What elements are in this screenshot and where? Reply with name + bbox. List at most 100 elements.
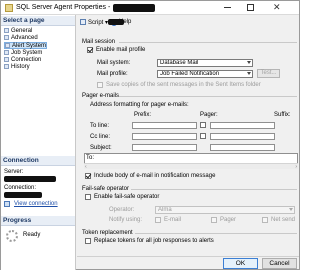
token-replacement-group-label: Token replacement <box>82 230 133 236</box>
mail-session-divider <box>119 42 297 43</box>
address-formatting-label: Address formatting for pager e-mails: <box>90 102 189 108</box>
cc-line-pager-checkbox[interactable] <box>200 133 206 139</box>
pager-emails-divider <box>119 96 297 97</box>
test-button[interactable]: Test... <box>257 69 280 78</box>
cc-line-prefix-input[interactable] <box>132 133 197 140</box>
notify-netsend-checkbox[interactable] <box>262 217 268 223</box>
cc-line-suffix-input[interactable] <box>210 133 275 140</box>
operator-select[interactable]: Alma <box>155 206 295 214</box>
window-title: SQL Server Agent Properties - <box>16 4 111 11</box>
progress-status: Ready <box>23 232 41 238</box>
page-item-job-system[interactable]: Job System <box>4 50 42 57</box>
enable-failsafe-label: Enable fail-safe operator <box>94 194 160 200</box>
page-icon <box>4 50 9 55</box>
notify-pager-checkbox[interactable] <box>211 217 217 223</box>
page-icon <box>4 64 9 69</box>
page-item-connection[interactable]: Connection <box>4 57 41 64</box>
pager-column-header: Pager: <box>200 112 218 118</box>
script-label: Script <box>88 20 104 26</box>
to-line-prefix-input[interactable] <box>132 122 197 129</box>
properties-window: SQL Server Agent Properties - ✕ Select a… <box>0 0 300 270</box>
enable-mail-profile-label: Enable mail profile <box>96 47 146 53</box>
subject-prefix-input[interactable] <box>132 144 197 151</box>
save-copies-label: Save copies of the sent messages in the … <box>106 82 261 88</box>
to-line-suffix-input[interactable] <box>210 122 275 129</box>
page-label: Job System <box>11 50 43 56</box>
cancel-button[interactable]: Cancel <box>262 258 297 269</box>
token-replacement-divider <box>135 233 297 234</box>
page-icon <box>4 35 9 40</box>
to-line-label: To line: <box>90 123 110 129</box>
enable-failsafe-checkbox[interactable] <box>85 194 91 200</box>
include-body-label: Include body of e-mail in notification m… <box>94 173 216 179</box>
left-pane: Select a page General Advanced Alert Sys… <box>1 15 76 270</box>
notify-email-checkbox[interactable] <box>155 217 161 223</box>
connection-label: Connection: <box>4 185 37 191</box>
to-preview-label: To: <box>86 155 95 161</box>
page-item-general[interactable]: General <box>4 28 32 35</box>
operator-label: Operator: <box>109 207 135 213</box>
page-item-history[interactable]: History <box>4 64 30 71</box>
enable-mail-profile-checkbox[interactable] <box>87 47 93 53</box>
server-label: Server: <box>4 169 24 175</box>
to-preview-scrollbar[interactable]: ‹ › <box>84 163 298 170</box>
subject-label: Subject: <box>90 145 112 151</box>
page-icon <box>4 57 9 62</box>
page-icon <box>5 43 10 48</box>
chevron-down-icon <box>289 208 293 211</box>
scroll-left-icon[interactable]: ‹ <box>85 165 87 170</box>
select-page-header: Select a page <box>1 16 75 26</box>
mail-profile-value: Job Failed Notification <box>160 71 220 77</box>
failsafe-group-label: Fail-safe operator <box>82 186 130 192</box>
redacted-toolbar-area <box>108 19 124 25</box>
notify-using-label: Notify using: <box>109 217 143 223</box>
operator-value: Alma <box>158 207 172 213</box>
mail-system-label: Mail system: <box>97 60 131 66</box>
page-label: Advanced <box>11 35 38 41</box>
connection-header: Connection <box>1 156 75 166</box>
scroll-right-icon[interactable]: › <box>295 165 297 170</box>
suffix-column-header: Suffix: <box>274 112 291 118</box>
failsafe-divider <box>131 189 297 190</box>
subject-suffix-input[interactable] <box>210 144 275 151</box>
view-connection-link[interactable]: View connection <box>14 201 58 207</box>
save-copies-checkbox[interactable] <box>97 82 103 88</box>
prefix-column-header: Prefix: <box>134 112 152 118</box>
alert-system-page: Mail session Enable mail profile Mail sy… <box>79 30 298 255</box>
cc-line-label: Cc line: <box>90 134 111 140</box>
mail-system-value: Database Mail <box>160 60 199 66</box>
mail-profile-label: Mail profile: <box>97 71 128 77</box>
page-label: General <box>11 28 33 34</box>
redacted-server-name <box>113 4 155 12</box>
page-item-alert-system[interactable]: Alert System <box>4 42 48 49</box>
page-label: History <box>11 64 30 70</box>
footer-divider <box>77 256 299 257</box>
maximize-button[interactable] <box>247 4 254 11</box>
view-connection-icon <box>4 201 10 207</box>
script-button[interactable]: Script ▾ <box>80 19 108 26</box>
progress-spinner-icon <box>6 230 18 242</box>
chevron-down-icon <box>247 61 251 64</box>
pager-emails-group-label: Pager e-mails <box>82 93 120 99</box>
replace-tokens-checkbox[interactable] <box>85 238 91 244</box>
chevron-down-icon <box>247 72 251 75</box>
page-label: Connection <box>11 57 42 63</box>
minimize-button[interactable] <box>224 7 231 8</box>
close-icon[interactable]: ✕ <box>273 2 281 12</box>
to-line-pager-checkbox[interactable] <box>200 122 206 128</box>
ok-button[interactable]: OK <box>223 258 258 269</box>
redacted-connection-value <box>4 192 42 198</box>
title-bar: SQL Server Agent Properties - ✕ <box>1 1 299 15</box>
script-icon <box>80 19 86 25</box>
page-label: Alert System <box>12 43 47 49</box>
include-body-checkbox[interactable] <box>85 173 91 179</box>
redacted-server-value <box>4 176 56 182</box>
mail-profile-select[interactable]: Job Failed Notification <box>157 70 253 78</box>
notify-pager-label: Pager <box>220 217 237 223</box>
notify-email-label: E-mail <box>164 217 182 223</box>
mail-system-select[interactable]: Database Mail <box>157 59 253 67</box>
replace-tokens-label: Replace tokens for all job responses to … <box>94 238 214 244</box>
page-item-advanced[interactable]: Advanced <box>4 35 38 42</box>
mail-session-group-label: Mail session <box>82 39 116 45</box>
progress-header: Progress <box>1 216 75 226</box>
